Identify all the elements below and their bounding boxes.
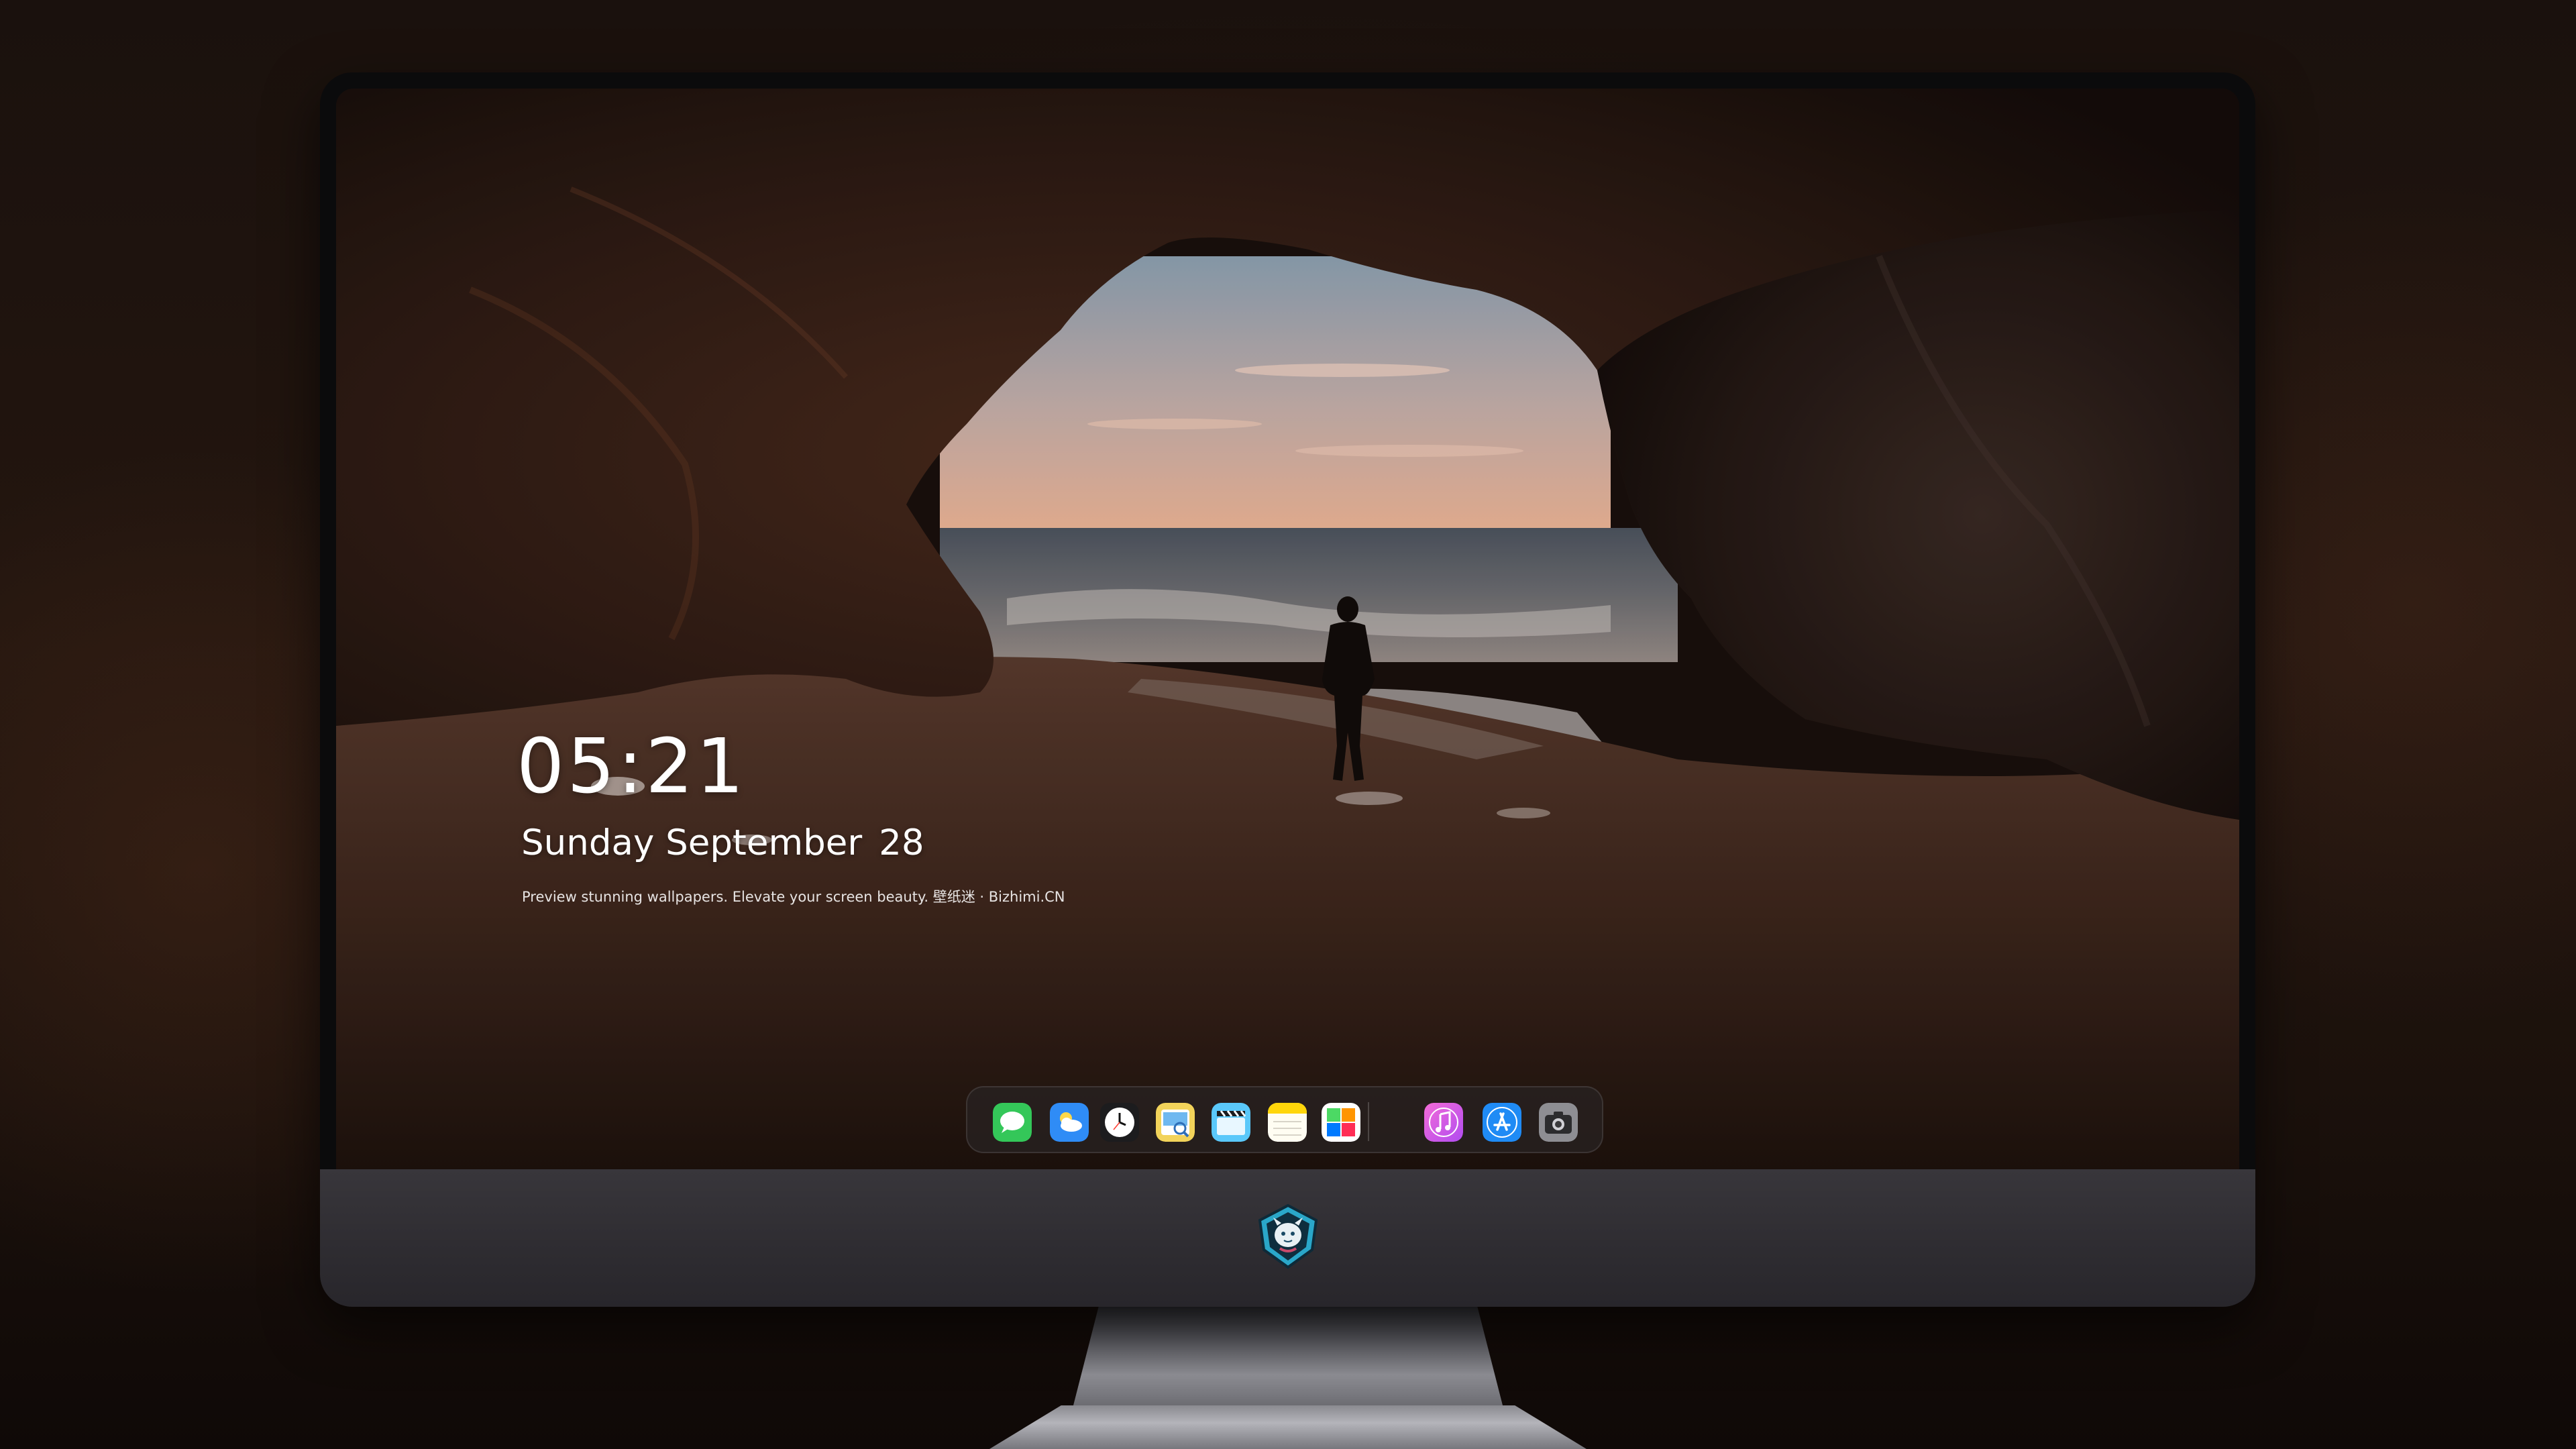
camera-icon[interactable] [1539, 1103, 1578, 1142]
imac-monitor: 05:21 Sunday September 28 Preview stunnin… [320, 72, 2255, 1307]
clock-icon[interactable] [1100, 1103, 1139, 1142]
weather-icon[interactable] [1050, 1103, 1089, 1142]
dragon-shield-logo [1258, 1203, 1318, 1269]
clapperboard-icon[interactable] [1212, 1103, 1250, 1142]
lock-screen-date: Sunday September 28 [521, 825, 924, 861]
date-weekday-month: Sunday September [521, 822, 863, 863]
photos-grid-icon[interactable] [1322, 1103, 1360, 1142]
monitor-stand-foot [989, 1405, 1587, 1449]
dock-divider [1368, 1102, 1369, 1141]
messages-icon[interactable] [993, 1103, 1032, 1142]
date-day: 28 [879, 822, 924, 863]
app-store-icon[interactable] [1483, 1103, 1521, 1142]
lock-screen[interactable]: 05:21 Sunday September 28 Preview stunnin… [336, 89, 2239, 1169]
monitor-stand-neck [1073, 1305, 1503, 1405]
music-note-icon[interactable] [1424, 1103, 1463, 1142]
wallpaper-image [336, 89, 2239, 1169]
lock-screen-time: 05:21 [517, 723, 747, 810]
preview-icon[interactable] [1156, 1103, 1195, 1142]
desktop-background: 05:21 Sunday September 28 Preview stunnin… [0, 0, 2576, 1449]
notes-icon[interactable] [1268, 1103, 1307, 1142]
monitor-chin [320, 1169, 2255, 1307]
dock [966, 1086, 1603, 1153]
wallpaper-tagline: Preview stunning wallpapers. Elevate you… [522, 889, 1065, 905]
